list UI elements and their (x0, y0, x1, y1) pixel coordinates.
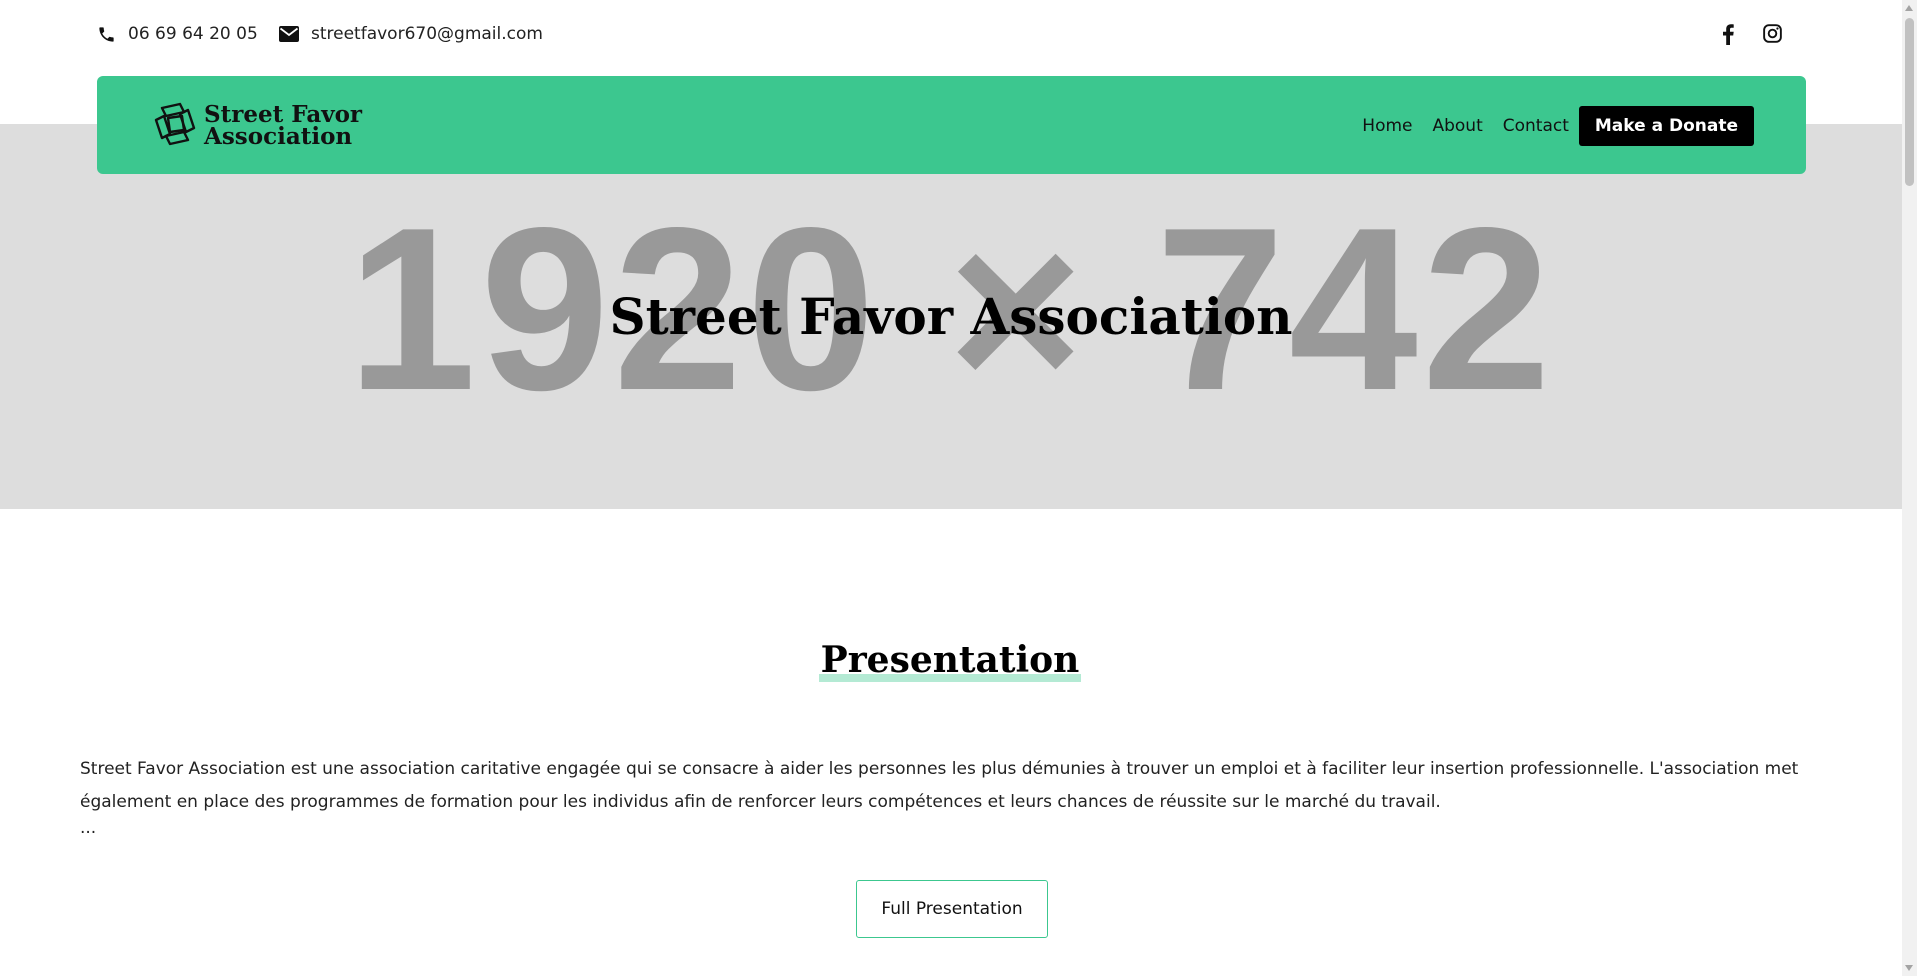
presentation-heading-wrap: Presentation (0, 638, 1900, 682)
donate-button[interactable]: Make a Donate (1578, 106, 1754, 146)
hero-banner: 1920 × 742 Street Favor Association (0, 124, 1902, 509)
nav-link-about[interactable]: About (1432, 116, 1482, 136)
hands-logo-icon (152, 100, 198, 152)
page-scrollbar[interactable] (1902, 0, 1917, 976)
phone-number: 06 69 64 20 05 (128, 24, 258, 44)
phone-contact[interactable]: 06 69 64 20 05 (97, 24, 258, 44)
full-presentation-button[interactable]: Full Presentation (856, 880, 1048, 938)
hero-title: Street Favor Association (609, 287, 1293, 346)
presentation-body: Street Favor Association est une associa… (80, 759, 1799, 812)
nav-menu: Home About Contact Make a Donate (1362, 106, 1754, 146)
main-navbar: Street Favor Association Home About Cont… (97, 76, 1806, 174)
nav-link-contact[interactable]: Contact (1503, 116, 1569, 136)
phone-icon (97, 25, 116, 44)
scrollbar-thumb[interactable] (1905, 18, 1914, 186)
presentation-heading: Presentation (818, 638, 1082, 682)
email-address: streetfavor670@gmail.com (311, 24, 543, 44)
presentation-ellipsis: ... (80, 818, 97, 838)
logo-text: Street Favor Association (204, 103, 362, 150)
scroll-down-icon[interactable] (1905, 965, 1913, 971)
scroll-up-icon[interactable] (1905, 5, 1913, 11)
instagram-icon[interactable] (1763, 24, 1782, 43)
envelope-icon (279, 26, 299, 42)
top-contact-bar: 06 69 64 20 05 streetfavor670@gmail.com (0, 0, 1900, 76)
facebook-icon[interactable] (1722, 24, 1734, 45)
logo-line-2: Association (204, 123, 353, 150)
site-logo[interactable]: Street Favor Association (152, 100, 362, 152)
nav-link-home[interactable]: Home (1362, 116, 1412, 136)
email-contact[interactable]: streetfavor670@gmail.com (279, 24, 543, 44)
